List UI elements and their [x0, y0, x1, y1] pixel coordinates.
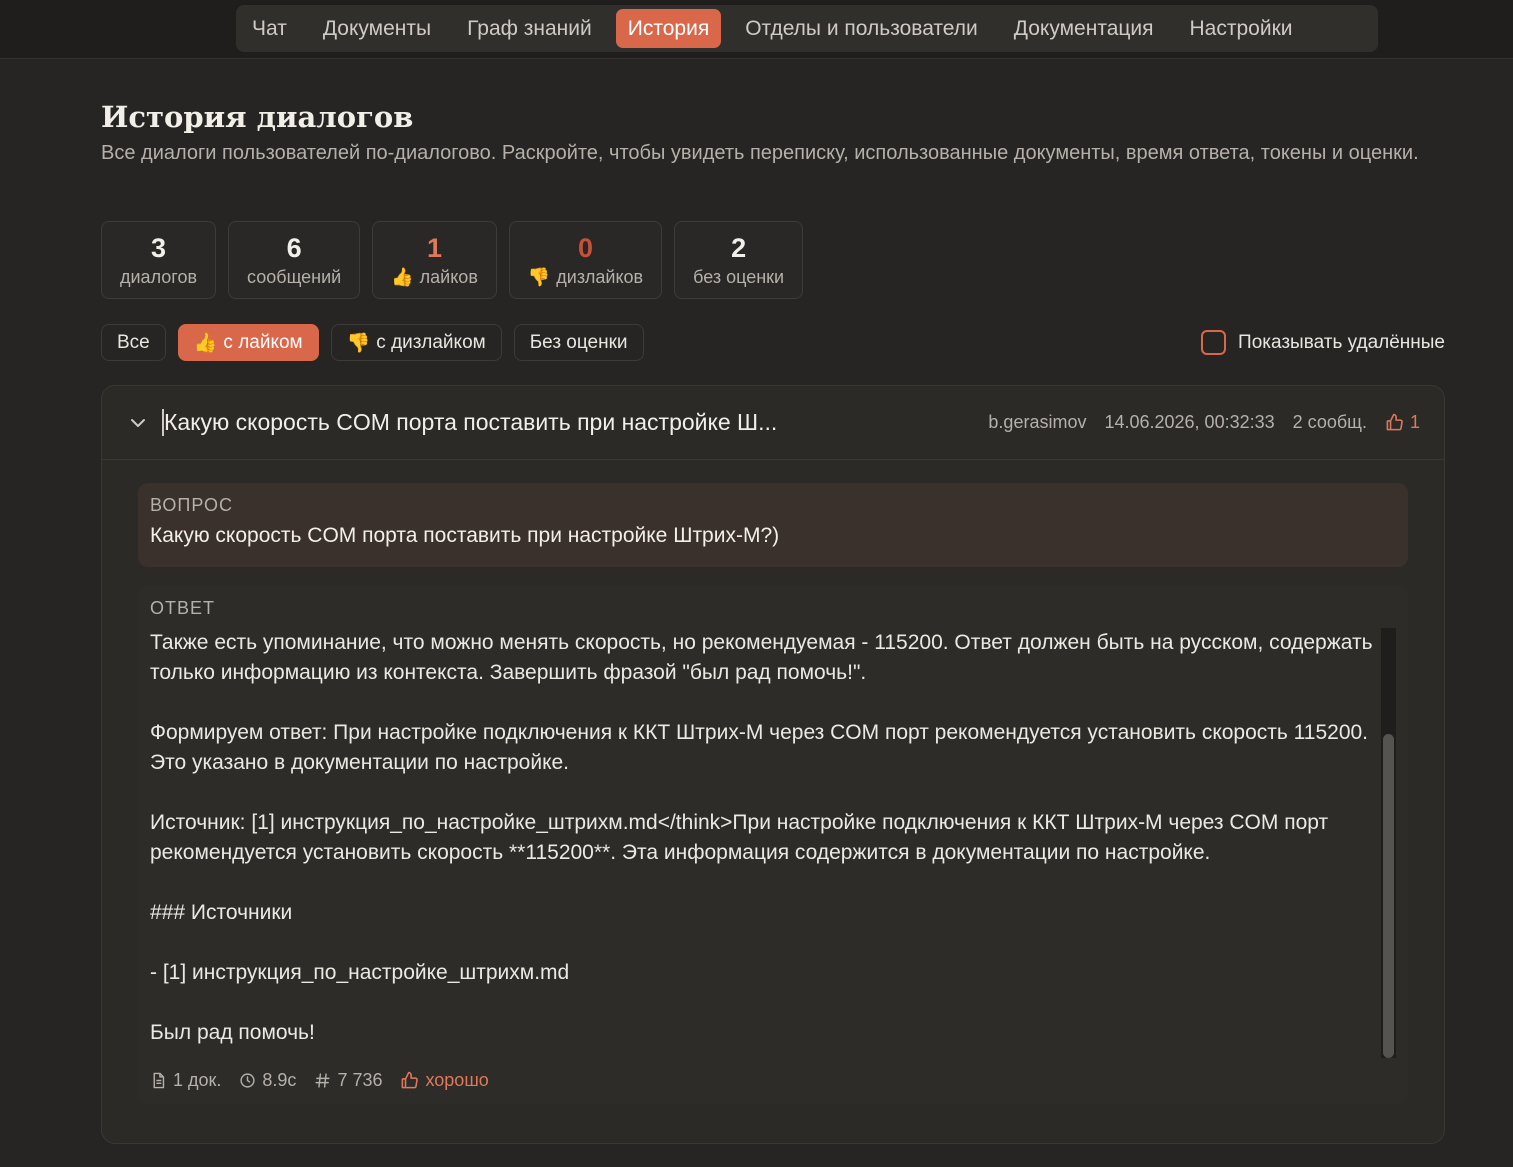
- dialog-datetime: 14.06.2026, 00:32:33: [1104, 412, 1275, 432]
- thumbs-down-emoji-icon: 👎: [527, 266, 551, 287]
- stats-row: 3 диалогов 6 сообщений 1 👍 лайков 0 👎 ди…: [101, 221, 804, 299]
- page-subtitle: Все диалоги пользователей по-диалогово. …: [101, 142, 1419, 164]
- main-nav: Чат Документы Граф знаний История Отделы…: [236, 5, 1378, 52]
- thumbs-up-icon: [400, 1071, 419, 1090]
- nav-item-chat[interactable]: Чат: [240, 9, 299, 48]
- filter-label: Без оценки: [529, 331, 628, 353]
- stat-value: 1: [427, 232, 443, 263]
- dialog-header[interactable]: Какую скорость COM порта поставить при н…: [102, 386, 1444, 460]
- question-label: ВОПРОС: [150, 495, 233, 515]
- stat-dialogs: 3 диалогов: [101, 221, 217, 299]
- answer-rating: хорошо: [400, 1070, 489, 1091]
- answer-rating-text: хорошо: [425, 1070, 489, 1090]
- nav-item-history[interactable]: История: [615, 9, 722, 48]
- thumbs-up-emoji-icon: 👍: [193, 332, 218, 354]
- stat-label: дизлайков: [556, 266, 644, 287]
- stat-value: 3: [151, 232, 167, 263]
- filter-disliked[interactable]: 👎 с дизлайком: [330, 324, 502, 361]
- hash-icon: [314, 1072, 331, 1089]
- page-title: История диалогов: [101, 100, 414, 134]
- stat-value: 2: [731, 232, 747, 263]
- stat-value: 0: [577, 232, 594, 263]
- question-block: ВОПРОС Какую скорость COM порта поставит…: [138, 483, 1408, 567]
- dialog-likes-count: 1: [1409, 412, 1420, 432]
- stat-label: лайков: [419, 266, 478, 287]
- filter-liked[interactable]: 👍 с лайком: [177, 324, 319, 361]
- filter-label: с дизлайком: [376, 331, 486, 353]
- stat-messages: 6 сообщений: [228, 221, 361, 299]
- thumbs-down-emoji-icon: 👎: [346, 332, 371, 354]
- chevron-down-icon[interactable]: [128, 413, 148, 433]
- dialog-user: b.gerasimov: [988, 412, 1087, 432]
- answer-text: Также есть упоминание, что можно менять …: [150, 631, 1373, 1044]
- stat-unrated: 2 без оценки: [674, 221, 804, 299]
- answer-block: ОТВЕТ Также есть упоминание, что можно м…: [138, 586, 1408, 1104]
- nav-item-settings[interactable]: Настройки: [1178, 9, 1305, 48]
- response-time-text: 8.9с: [262, 1070, 297, 1090]
- filter-row: Все 👍 с лайком 👎 с дизлайком Без оценки: [101, 324, 644, 361]
- dialog-title: Какую скорость COM порта поставить при н…: [162, 409, 988, 436]
- stat-likes: 1 👍 лайков: [372, 221, 497, 299]
- answer-scrollbar[interactable]: [1381, 628, 1396, 1058]
- stat-dislikes: 0 👎 дизлайков: [508, 221, 663, 299]
- docs-count: 1 док.: [150, 1070, 221, 1091]
- answer-label: ОТВЕТ: [150, 598, 216, 618]
- show-deleted-toggle[interactable]: Показывать удалённые: [1201, 330, 1445, 355]
- dialog-likes: 1: [1385, 412, 1420, 433]
- answer-footer: 1 док. 8.9с 7 736 хорошо: [150, 1070, 489, 1091]
- top-bar: Чат Документы Граф знаний История Отделы…: [0, 0, 1513, 59]
- filter-label: с лайком: [223, 331, 303, 353]
- dialog-meta: b.gerasimov 14.06.2026, 00:32:33 2 сообщ…: [988, 412, 1420, 433]
- filter-all[interactable]: Все: [101, 324, 166, 361]
- show-deleted-checkbox[interactable]: [1201, 330, 1227, 355]
- docs-count-text: 1 док.: [173, 1070, 222, 1090]
- thumbs-up-icon: [1385, 413, 1404, 432]
- nav-item-knowledge-graph[interactable]: Граф знаний: [455, 9, 604, 48]
- dialog-message-count: 2 сообщ.: [1292, 412, 1367, 432]
- show-deleted-label: Показывать удалённые: [1238, 331, 1445, 353]
- dialog-card: Какую скорость COM порта поставить при н…: [101, 385, 1445, 1144]
- scrollbar-thumb[interactable]: [1383, 734, 1394, 1058]
- thumbs-up-emoji-icon: 👍: [391, 266, 414, 287]
- token-count-text: 7 736: [337, 1070, 383, 1090]
- document-icon: [150, 1072, 167, 1089]
- filter-label: Все: [117, 331, 150, 353]
- clock-icon: [239, 1072, 256, 1089]
- nav-item-documents[interactable]: Документы: [311, 9, 443, 48]
- stat-label: без оценки: [693, 266, 785, 287]
- response-time: 8.9с: [239, 1070, 296, 1091]
- question-text: Какую скорость COM порта поставить при н…: [150, 524, 780, 547]
- nav-item-departments-users[interactable]: Отделы и пользователи: [733, 9, 990, 48]
- stat-label: диалогов: [120, 266, 198, 287]
- nav-item-documentation[interactable]: Документация: [1002, 9, 1166, 48]
- stat-label: сообщений: [247, 266, 342, 287]
- stat-value: 6: [286, 232, 302, 263]
- token-count: 7 736: [314, 1070, 382, 1091]
- filter-unrated[interactable]: Без оценки: [513, 324, 644, 361]
